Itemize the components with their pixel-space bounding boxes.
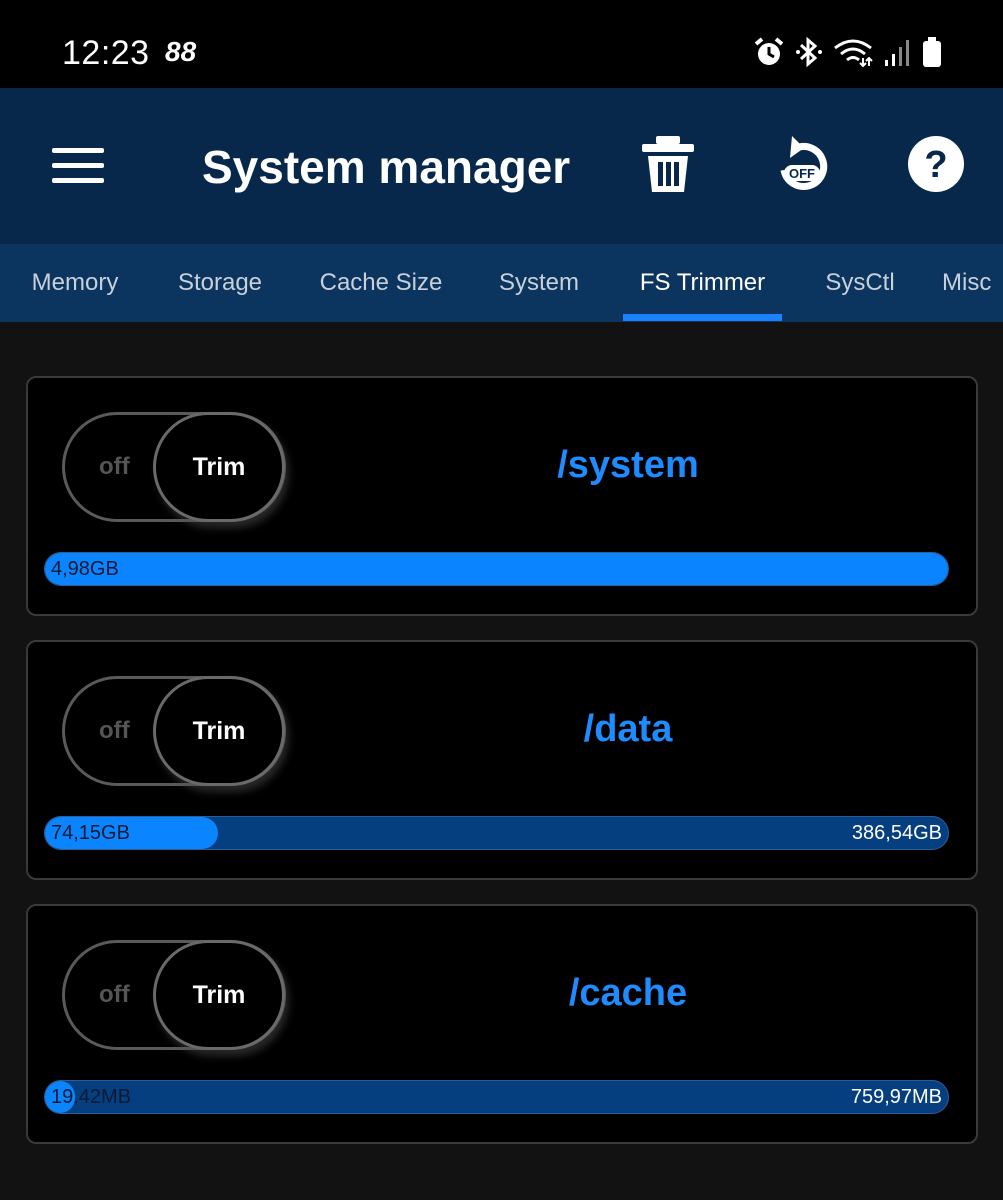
mount-point-label: /data: [583, 708, 673, 750]
mount-point-label: /system: [557, 444, 699, 486]
toggle-off-label: off: [99, 717, 130, 744]
tab-storage[interactable]: Storage: [168, 244, 272, 322]
trim-toggle[interactable]: off Trim: [62, 676, 286, 786]
toggle-on-label: Trim: [192, 452, 246, 481]
fs-trimmer-panel: off Trim /system 4,98GB off Trim /data 7…: [0, 322, 1003, 1200]
trash-icon[interactable]: [636, 132, 700, 196]
notification-icon: 88: [165, 36, 197, 67]
menu-icon[interactable]: [48, 144, 106, 188]
toggle-knob: Trim: [153, 676, 285, 786]
toggle-knob: Trim: [153, 412, 285, 522]
usage-bar-fill: [45, 553, 948, 585]
mount-point-label: /cache: [568, 972, 688, 1014]
active-tab-indicator: [623, 314, 782, 321]
alarm-icon: [754, 37, 784, 65]
toggle-off-label: off: [99, 453, 130, 480]
signal-icon: [885, 40, 909, 66]
total-space: 386,54GB: [851, 822, 942, 844]
tab-cache-size[interactable]: Cache Size: [312, 244, 450, 322]
page-title: System manager: [202, 141, 571, 193]
status-bar: 12:23 88: [0, 0, 1003, 88]
help-glyph: ?: [924, 144, 947, 186]
tab-misc[interactable]: Misc: [942, 244, 1003, 322]
usage-bar: 19,42MB 759,97MB: [44, 1080, 949, 1114]
used-space: 74,15GB: [51, 822, 130, 844]
tab-sysctl[interactable]: SysCtl: [814, 244, 906, 322]
bluetooth-icon: [796, 36, 822, 68]
trim-toggle[interactable]: off Trim: [62, 940, 286, 1050]
status-icons: [753, 36, 943, 68]
partition-card-data: off Trim /data 74,15GB 386,54GB: [26, 640, 978, 880]
tab-bar: Memory Storage Cache Size System FS Trim…: [0, 244, 1003, 322]
usage-bar: 4,98GB: [44, 552, 949, 586]
tab-system[interactable]: System: [488, 244, 590, 322]
total-space: 759,97MB: [850, 1086, 942, 1108]
status-time: 12:23: [62, 34, 150, 72]
help-icon[interactable]: ?: [904, 132, 968, 196]
used-space: 4,98GB: [51, 558, 119, 580]
toggle-on-label: Trim: [192, 716, 246, 745]
tab-fs-trimmer[interactable]: FS Trimmer: [623, 244, 782, 322]
toggle-on-label: Trim: [192, 980, 246, 1009]
tab-memory[interactable]: Memory: [22, 244, 128, 322]
trim-toggle[interactable]: off Trim: [62, 412, 286, 522]
partition-card-system: off Trim /system 4,98GB: [26, 376, 978, 616]
wifi-icon: [834, 39, 873, 68]
reset-badge-text: OFF: [789, 166, 815, 181]
usage-bar: 74,15GB 386,54GB: [44, 816, 949, 850]
used-space: 19,42MB: [51, 1086, 132, 1108]
toggle-knob: Trim: [153, 940, 285, 1050]
battery-icon: [923, 37, 941, 67]
toggle-off-label: off: [99, 981, 130, 1008]
partition-card-cache: off Trim /cache 19,42MB 759,97MB: [26, 904, 978, 1144]
app-bar: System manager OFF ?: [0, 88, 1003, 244]
reset-off-icon[interactable]: OFF: [770, 132, 834, 196]
